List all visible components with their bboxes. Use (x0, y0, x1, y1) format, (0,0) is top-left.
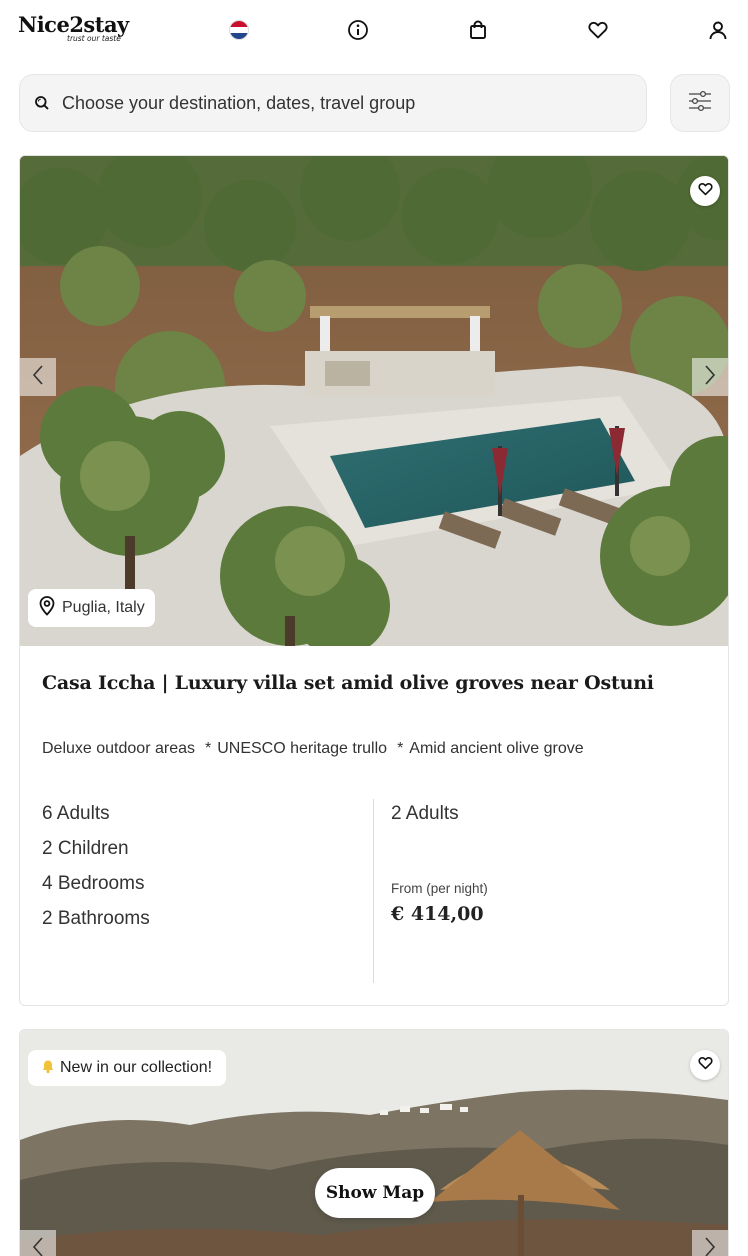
feature-separator: * (397, 740, 404, 757)
capacity-adults: 6 Adults (42, 803, 110, 824)
price-value: € 414,00 (391, 903, 484, 925)
heart-icon (697, 181, 714, 202)
new-badge: New in our collection! (28, 1050, 227, 1086)
previous-image-button[interactable] (20, 1230, 56, 1256)
next-image-button[interactable] (692, 358, 728, 396)
logo-text: Nice2stay (18, 12, 129, 37)
info-icon[interactable] (346, 18, 370, 42)
search-placeholder: Choose your destination, dates, travel g… (62, 92, 416, 113)
listing-card[interactable]: New in our collection! Show Map (19, 1029, 729, 1256)
price-label: From (per night) (391, 881, 488, 896)
column-divider (373, 799, 374, 983)
new-badge-text: New in our collection! (60, 1059, 213, 1076)
bell-icon (40, 1058, 56, 1079)
user-icon[interactable] (706, 18, 730, 42)
favorite-button[interactable] (690, 176, 720, 206)
feature-item: Amid ancient olive grove (409, 740, 584, 757)
top-header: Nice2stay trust our taste (0, 0, 748, 60)
next-image-button[interactable] (692, 1230, 728, 1256)
capacity-list: 6 Adults 2 Children 4 Bedrooms 2 Bathroo… (42, 801, 150, 941)
feature-list: Deluxe outdoor areas * UNESCO heritage t… (42, 740, 584, 758)
chevron-right-icon (704, 364, 716, 390)
capacity-bathrooms: 2 Bathrooms (42, 908, 150, 929)
show-map-button[interactable]: Show Map (315, 1168, 435, 1218)
logo-tagline: trust our taste (67, 34, 121, 43)
listing-card[interactable]: Puglia, Italy Casa Iccha | Luxury villa … (19, 155, 729, 1006)
favorite-button[interactable] (690, 1050, 720, 1080)
villa-photo-illustration (20, 156, 728, 646)
selected-guests: 2 Adults (391, 803, 459, 824)
location-text: Puglia, Italy (62, 599, 145, 616)
nice2stay-logo[interactable]: Nice2stay trust our taste (18, 14, 134, 46)
listing-title[interactable]: Casa Iccha | Luxury villa set amid olive… (42, 672, 654, 694)
capacity-bedrooms: 4 Bedrooms (42, 873, 145, 894)
heart-icon[interactable] (586, 18, 610, 42)
listing-photo[interactable]: New in our collection! Show Map (20, 1030, 728, 1256)
chevron-left-icon (32, 364, 44, 390)
heart-icon (697, 1055, 714, 1076)
shopping-bag-icon[interactable] (466, 18, 490, 42)
filter-button[interactable] (670, 74, 730, 132)
feature-item: Deluxe outdoor areas (42, 740, 195, 757)
villa-photo[interactable]: Puglia, Italy (20, 156, 728, 646)
chevron-left-icon (32, 1236, 44, 1256)
search-icon (34, 91, 62, 115)
search-bar[interactable]: Choose your destination, dates, travel g… (19, 74, 647, 132)
sliders-icon (687, 90, 713, 117)
previous-image-button[interactable] (20, 358, 56, 396)
pricing-column: 2 Adults From (per night) € 414,00 (391, 801, 488, 925)
map-pin-icon (38, 595, 56, 621)
chevron-right-icon (704, 1236, 716, 1256)
location-chip: Puglia, Italy (28, 589, 155, 627)
capacity-children: 2 Children (42, 838, 129, 859)
feature-separator: * (204, 740, 212, 757)
flag-nl-icon[interactable] (229, 20, 249, 40)
feature-item: UNESCO heritage trullo (217, 740, 388, 757)
